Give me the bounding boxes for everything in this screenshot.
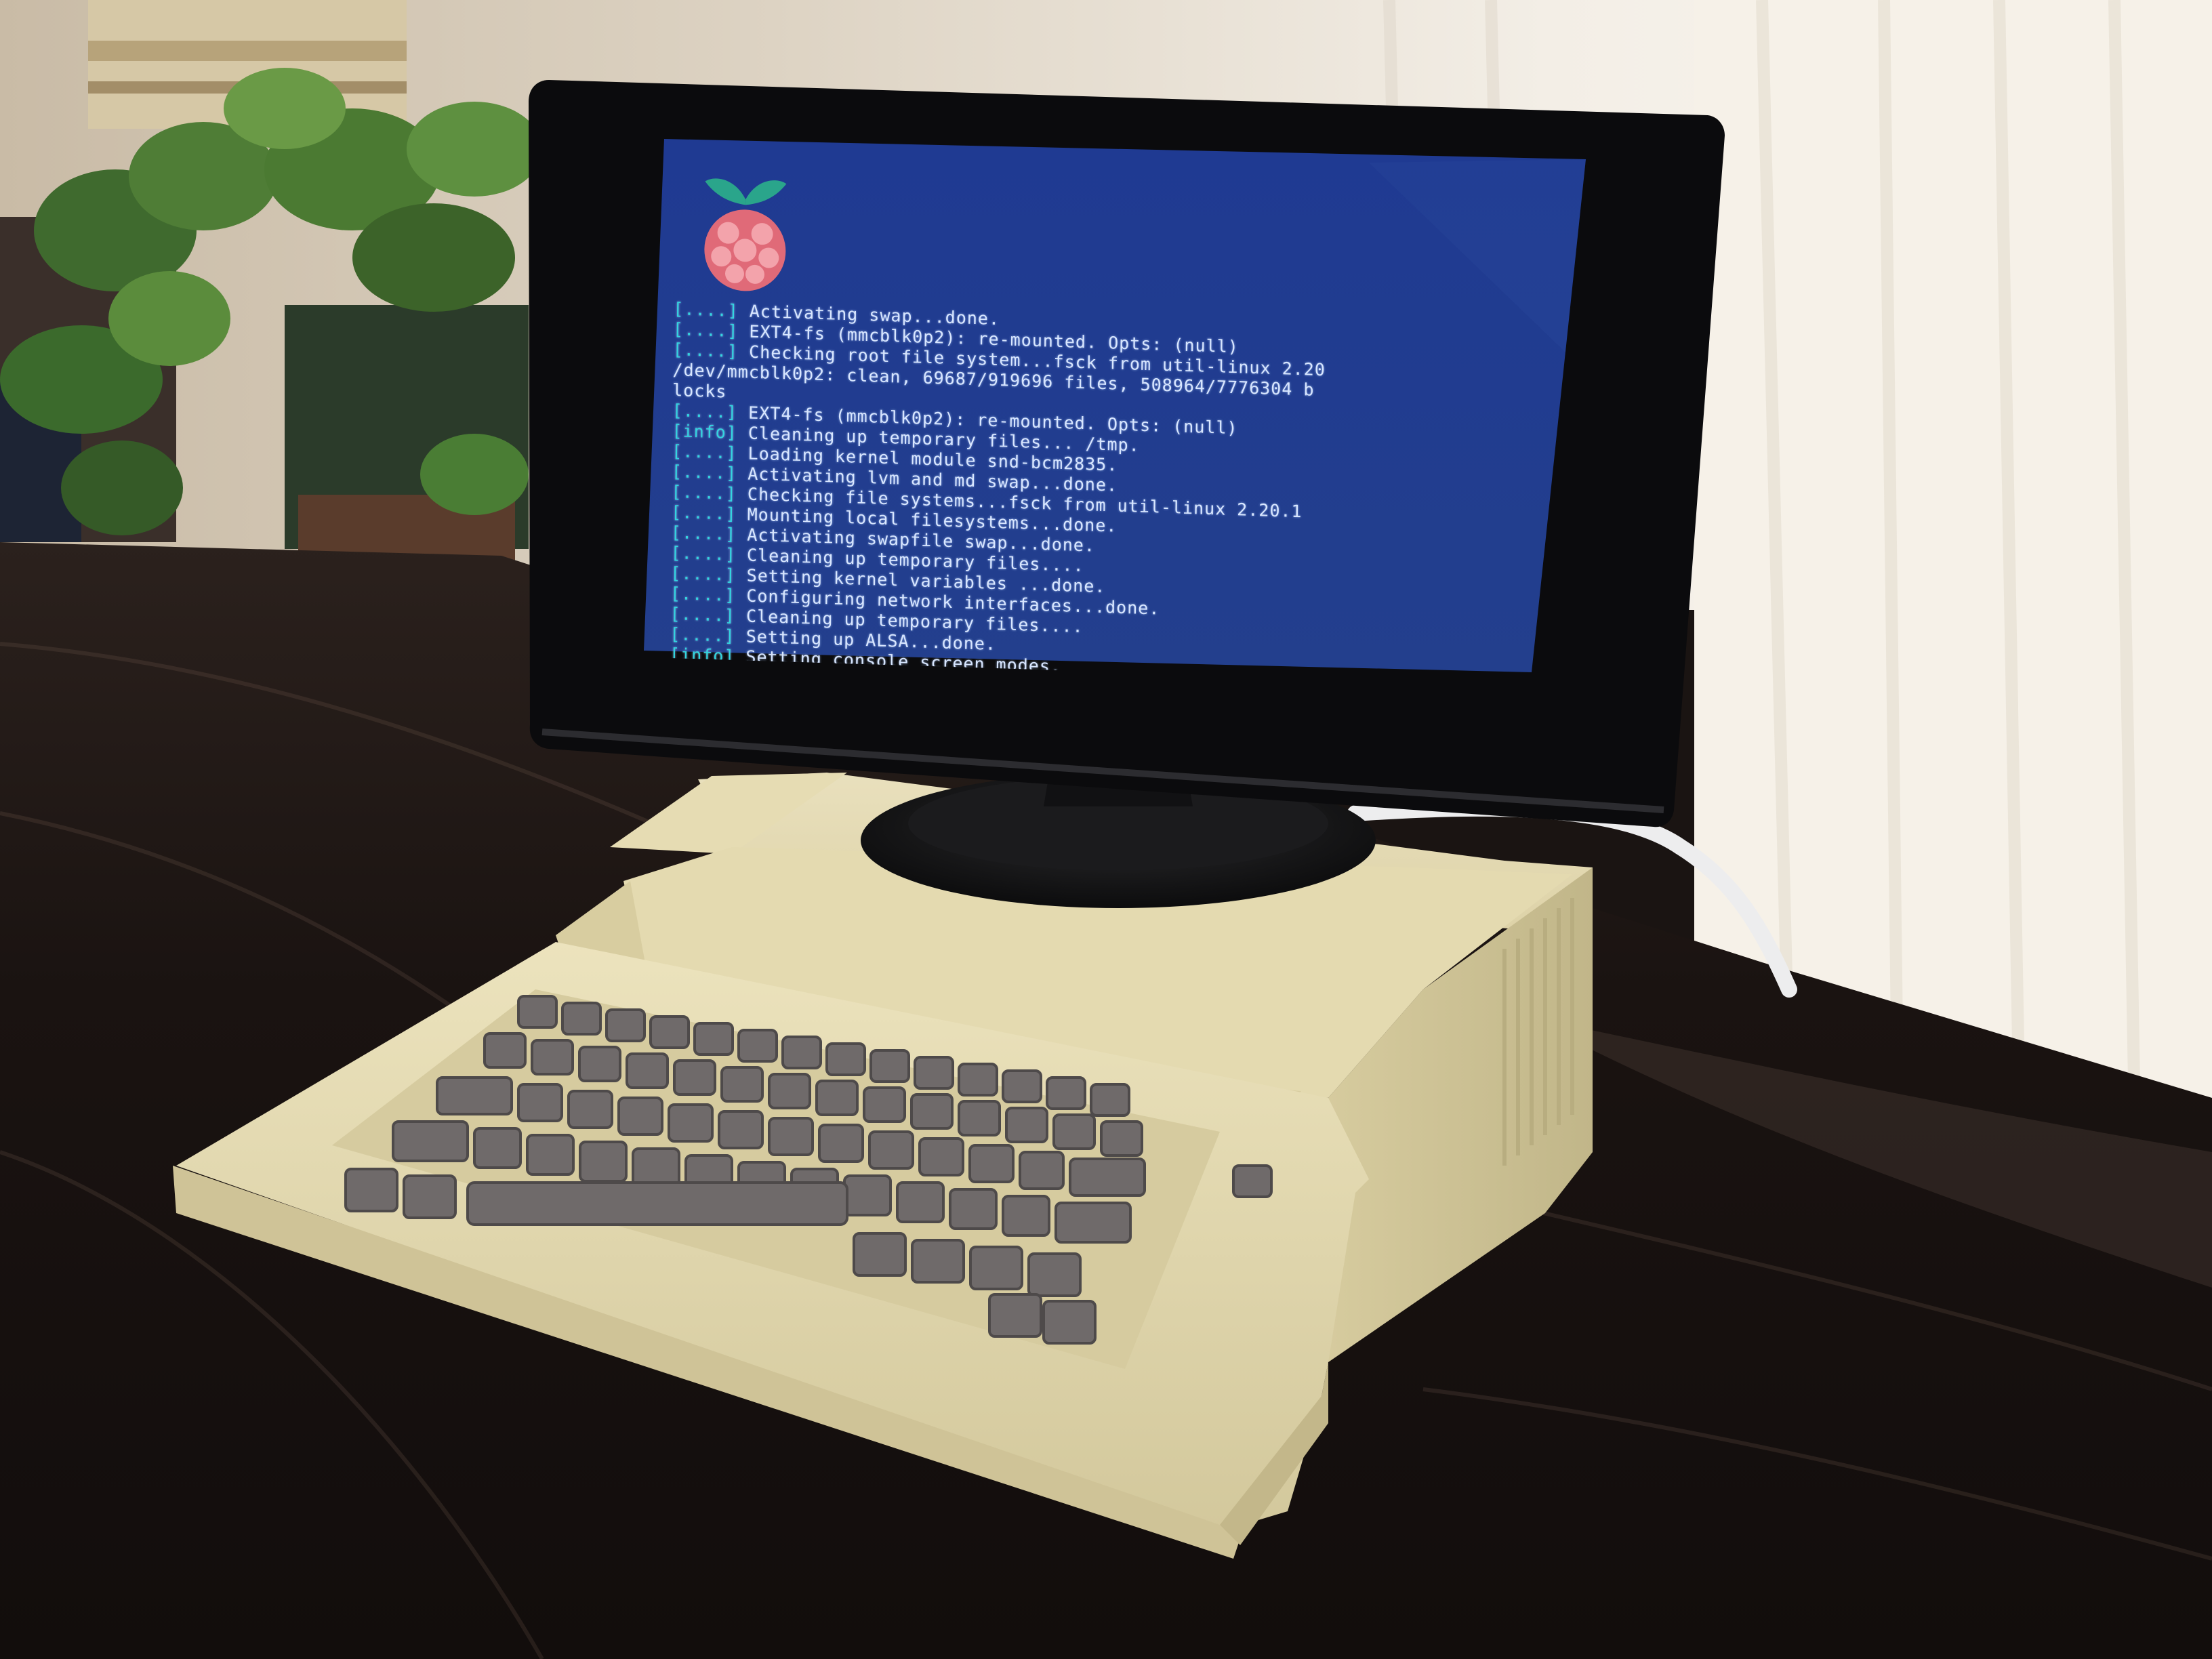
console-status-tag: .... xyxy=(680,604,725,626)
console-status-tag: .... xyxy=(682,401,727,422)
console-bracket: ] xyxy=(727,321,750,342)
console-bracket: ] xyxy=(726,341,750,362)
boot-console: [....] Activating swap...done. [....] EXT… xyxy=(669,299,1581,687)
console-status-tag: .... xyxy=(683,340,728,361)
console-bracket: [ xyxy=(673,299,684,319)
console-bracket: ] xyxy=(724,565,747,586)
console-status-tag: .... xyxy=(684,319,728,341)
photo-scene: [....] Activating swap...done. [....] EXT… xyxy=(0,0,2212,1659)
console-bracket: [ xyxy=(672,441,683,462)
console-bracket: ] xyxy=(724,605,747,626)
console-bracket: [ xyxy=(672,401,684,421)
console-status-tag: .... xyxy=(681,523,726,544)
console-bracket: ] xyxy=(724,544,747,565)
console-bracket: [ xyxy=(671,501,682,523)
console-message: locks xyxy=(672,380,727,402)
console-bracket: [ xyxy=(672,421,683,441)
monitor-screen: [....] Activating swap...done. [....] EXT… xyxy=(645,142,1586,687)
console-bracket: [ xyxy=(671,481,682,502)
console-status-tag: .... xyxy=(682,482,726,504)
console-bracket: ] xyxy=(727,300,750,321)
console-bracket: ] xyxy=(724,626,746,647)
console-bracket: [ xyxy=(670,603,681,624)
console-status-tag: .... xyxy=(682,462,726,483)
console-bracket: ] xyxy=(726,402,749,423)
console-bracket: [ xyxy=(672,340,684,360)
console-bracket: [ xyxy=(670,542,682,563)
console-status-tag: .... xyxy=(684,299,728,321)
console-bracket: [ xyxy=(671,462,683,482)
console-bracket: ] xyxy=(725,504,747,525)
console-bracket: [ xyxy=(670,583,682,604)
console-bracket: ] xyxy=(724,585,747,606)
console-status-tag: .... xyxy=(680,624,724,646)
console-status-tag: .... xyxy=(682,502,726,524)
console-status-tag: .... xyxy=(681,543,726,565)
console-bracket: ] xyxy=(726,463,748,484)
console-bracket: [ xyxy=(670,623,681,644)
console-bracket: ] xyxy=(726,443,748,464)
console-bracket: ] xyxy=(725,524,747,545)
raspberry-pi-logo-icon xyxy=(704,178,787,291)
console-status-tag: .... xyxy=(682,441,726,463)
console-bracket: [ xyxy=(670,562,682,583)
console-status-tag: .... xyxy=(680,583,725,605)
console-bracket: ] xyxy=(726,422,749,443)
console-status-tag: .... xyxy=(681,563,725,585)
console-status-tag: info xyxy=(682,421,726,443)
console-bracket: ] xyxy=(725,483,748,504)
console-bracket: [ xyxy=(672,319,684,340)
console-bracket: [ xyxy=(670,522,682,543)
